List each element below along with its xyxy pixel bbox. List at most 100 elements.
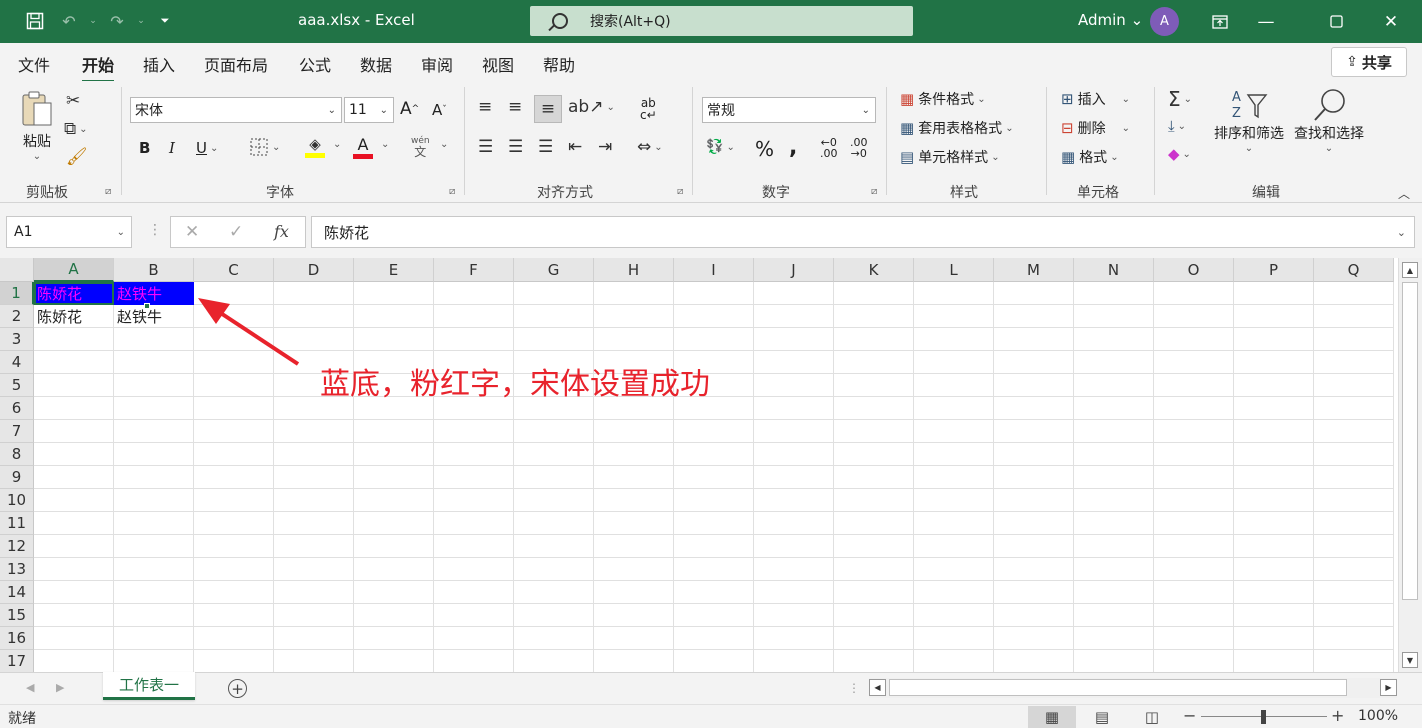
formula-input[interactable]: 陈娇花 ⌄	[311, 216, 1415, 248]
drag-handle-icon[interactable]: ⋮	[848, 681, 860, 695]
row-header-10[interactable]: 10	[0, 489, 34, 512]
number-format-select[interactable]: 常规 ⌄	[702, 97, 876, 123]
row-header-2[interactable]: 2	[0, 305, 34, 328]
tab-insert[interactable]: 插入	[143, 52, 175, 76]
minimize-icon[interactable]: —	[1243, 0, 1289, 43]
ribbon-display-icon[interactable]	[1197, 0, 1243, 43]
increase-font-icon[interactable]: A ^	[400, 99, 419, 119]
save-icon[interactable]	[24, 10, 46, 32]
fill-button[interactable]: ⤓ ⌄	[1168, 117, 1186, 135]
scroll-thumb[interactable]	[1402, 282, 1418, 600]
underline-button[interactable]: U ⌄	[196, 139, 218, 157]
maximize-icon[interactable]	[1313, 0, 1359, 43]
align-left-icon[interactable]: ☰	[478, 137, 493, 157]
row-header-1[interactable]: 1	[0, 282, 34, 305]
column-header-l[interactable]: L	[914, 258, 994, 282]
row-header-7[interactable]: 7	[0, 420, 34, 443]
sheet-tab[interactable]: 工作表一	[103, 672, 195, 700]
column-header-q[interactable]: Q	[1314, 258, 1394, 282]
undo-dropdown-icon[interactable]: ⌄	[82, 10, 104, 32]
insert-cells-button[interactable]: ⊞ 插入 ⌄	[1061, 89, 1130, 109]
tab-formulas[interactable]: 公式	[299, 52, 331, 76]
vertical-scrollbar[interactable]: ▲ ▼	[1398, 258, 1422, 672]
row-header-12[interactable]: 12	[0, 535, 34, 558]
column-header-d[interactable]: D	[274, 258, 354, 282]
drag-handle-icon[interactable]: ⋮	[148, 222, 162, 238]
customize-toolbar-icon[interactable]: ⏷	[154, 10, 176, 32]
column-header-m[interactable]: M	[994, 258, 1074, 282]
format-cells-button[interactable]: ▦ 格式 ⌄	[1061, 147, 1119, 167]
zoom-level[interactable]: 100%	[1358, 708, 1398, 724]
add-sheet-icon[interactable]: +	[228, 679, 247, 698]
decrease-indent-icon[interactable]: ⇤	[568, 137, 582, 157]
row-header-16[interactable]: 16	[0, 627, 34, 650]
percent-icon[interactable]: %	[755, 137, 774, 161]
comma-style-icon[interactable]: ,	[789, 135, 797, 160]
next-sheet-icon[interactable]: ▶	[56, 681, 64, 694]
phonetic-dropdown-icon[interactable]: ⌄	[437, 139, 448, 150]
font-color-button[interactable]: A	[353, 135, 373, 159]
font-size-select[interactable]: 11 ⌄	[344, 97, 394, 123]
column-header-c[interactable]: C	[194, 258, 274, 282]
row-header-11[interactable]: 11	[0, 512, 34, 535]
cancel-icon[interactable]: ✕	[185, 222, 199, 242]
scroll-down-icon[interactable]: ▼	[1402, 652, 1418, 668]
scroll-right-icon[interactable]: ▶	[1380, 679, 1397, 696]
worksheet-grid[interactable]: ABCDEFGHIJKLMNOPQ 1 2 3 4 5 6 7 8 9 10 11 12 13 14 15 1…	[0, 258, 1422, 673]
column-header-a[interactable]: A	[34, 258, 114, 282]
fill-color-dropdown-icon[interactable]: ⌄	[330, 139, 341, 150]
zoom-slider-thumb[interactable]	[1261, 710, 1266, 724]
align-bottom-icon[interactable]: ≡	[534, 95, 562, 123]
redo-icon[interactable]: ↷	[106, 10, 128, 32]
cut-icon[interactable]: ✂	[66, 91, 80, 111]
row-header-13[interactable]: 13	[0, 558, 34, 581]
conditional-format-button[interactable]: ▦ 条件格式 ⌄	[900, 89, 986, 109]
font-launcher-icon[interactable]: ⧄	[449, 186, 455, 197]
find-select-button[interactable]: 查找和选择 ⌄	[1294, 87, 1364, 154]
align-center-icon[interactable]: ☰	[508, 137, 523, 157]
tab-page-layout[interactable]: 页面布局	[204, 52, 268, 76]
accounting-format-button[interactable]: 💱 ⌄	[706, 139, 735, 155]
zoom-in-icon[interactable]: +	[1331, 706, 1344, 725]
decrease-font-icon[interactable]: Aˇ	[432, 101, 447, 119]
cell-b1[interactable]: 赵铁牛	[114, 282, 194, 305]
expand-formula-icon[interactable]: ⌄	[1397, 226, 1406, 239]
user-name[interactable]: Admin ⌄	[1078, 11, 1143, 29]
bold-icon[interactable]: B	[139, 139, 150, 157]
avatar[interactable]: A	[1150, 7, 1179, 36]
horizontal-scrollbar[interactable]: ◀ ▶	[869, 678, 1397, 698]
scroll-thumb[interactable]	[889, 679, 1347, 696]
row-header-17[interactable]: 17	[0, 650, 34, 673]
close-icon[interactable]: ✕	[1368, 0, 1414, 43]
clear-button[interactable]: ◆ ⌄	[1168, 145, 1191, 163]
fill-handle[interactable]	[144, 303, 150, 309]
tab-data[interactable]: 数据	[360, 52, 392, 76]
tab-view[interactable]: 视图	[482, 52, 514, 76]
tab-help[interactable]: 帮助	[543, 52, 575, 76]
font-name-select[interactable]: 宋体 ⌄	[130, 97, 342, 123]
delete-cells-button[interactable]: ⊟ 删除 ⌄	[1061, 118, 1130, 138]
cell-b2[interactable]: 赵铁牛	[114, 305, 194, 328]
table-format-button[interactable]: ▦ 套用表格格式 ⌄	[900, 118, 1014, 138]
clipboard-launcher-icon[interactable]: ⧄	[105, 186, 111, 197]
tab-file[interactable]: 文件	[18, 52, 50, 76]
row-header-9[interactable]: 9	[0, 466, 34, 489]
sort-filter-button[interactable]: AZ 排序和筛选 ⌄	[1214, 87, 1284, 154]
decrease-decimal-icon[interactable]: .00 →0	[850, 137, 868, 159]
scroll-left-icon[interactable]: ◀	[869, 679, 886, 696]
border-button[interactable]: ⌄	[249, 137, 280, 157]
autosum-button[interactable]: Σ ⌄	[1168, 87, 1192, 111]
page-break-view-icon[interactable]: ◫	[1128, 706, 1176, 728]
column-header-o[interactable]: O	[1154, 258, 1234, 282]
normal-view-icon[interactable]: ▦	[1028, 706, 1076, 728]
column-header-k[interactable]: K	[834, 258, 914, 282]
share-button[interactable]: ⇪ 共享	[1331, 47, 1407, 77]
fill-color-button[interactable]: ◈	[305, 135, 325, 158]
page-layout-view-icon[interactable]: ▤	[1078, 706, 1126, 728]
column-header-j[interactable]: J	[754, 258, 834, 282]
align-top-icon[interactable]: ≡	[478, 97, 492, 117]
increase-indent-icon[interactable]: ⇥	[598, 137, 612, 157]
merge-center-button[interactable]: ⇔ ⌄	[637, 137, 663, 157]
redo-dropdown-icon[interactable]: ⌄	[130, 10, 152, 32]
search-box[interactable]: 搜索(Alt+Q)	[530, 6, 913, 36]
